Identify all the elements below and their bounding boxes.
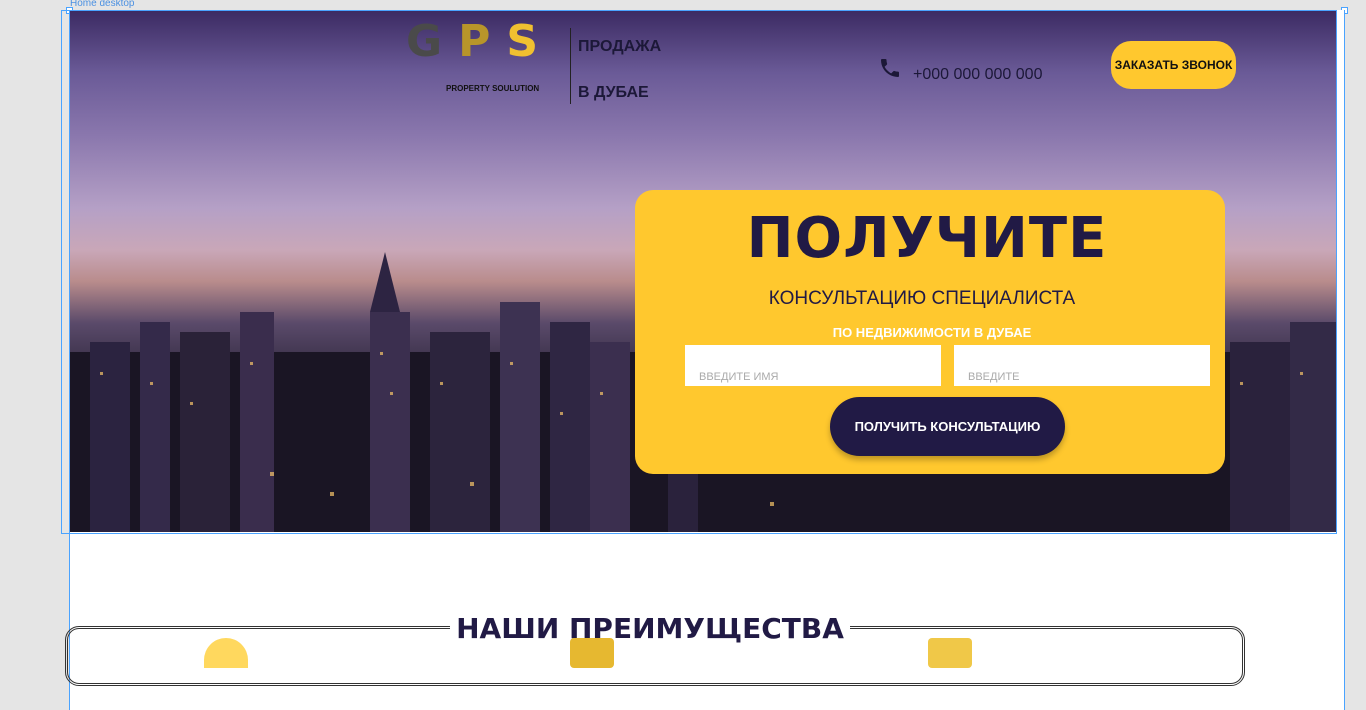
phone-number[interactable]: +000 000 000 000 <box>913 66 1042 84</box>
gps-logo[interactable]: GPS <box>406 16 554 67</box>
phone-icon <box>881 59 899 77</box>
tagline-line-1: ПРОДАЖА <box>578 38 662 55</box>
page-canvas: GPS PROPERTY SOULUTION ПРОДАЖА В ДУБАЕ +… <box>69 10 1345 710</box>
header-divider <box>570 28 571 104</box>
get-consultation-button[interactable]: ПОЛУЧИТЬ КОНСУЛЬТАЦИЮ <box>830 397 1065 456</box>
name-input[interactable]: ВВЕДИТЕ ИМЯ <box>685 345 941 386</box>
advantages-title: НАШИ ПРЕИМУЩЕСТВА <box>450 612 850 645</box>
logo-letter: S <box>506 16 555 67</box>
advantage-icon <box>570 638 614 668</box>
order-call-button[interactable]: ЗАКАЗАТЬ ЗВОНОК <box>1111 41 1236 89</box>
phone-input[interactable]: ВВЕДИТЕ <box>954 345 1210 386</box>
card-title: ПОЛУЧИТЕ <box>746 206 1108 271</box>
card-subtitle: КОНСУЛЬТАЦИЮ СПЕЦИАЛИСТА <box>768 288 1076 309</box>
advantage-icon <box>928 638 972 668</box>
frame-label: Home desktop <box>70 0 135 9</box>
logo-subtitle: PROPERTY SOULUTION <box>446 84 540 93</box>
hero-section: GPS PROPERTY SOULUTION ПРОДАЖА В ДУБАЕ +… <box>70 10 1336 532</box>
logo-letter: P <box>458 16 507 67</box>
card-subtitle-2: ПО НЕДВИЖИМОСТИ В ДУБАЕ <box>832 325 1032 340</box>
tagline-line-2: В ДУБАЕ <box>578 84 649 101</box>
consultation-card: ПОЛУЧИТЕ КОНСУЛЬТАЦИЮ СПЕЦИАЛИСТА ПО НЕД… <box>635 190 1225 474</box>
logo-letter: G <box>406 16 459 67</box>
